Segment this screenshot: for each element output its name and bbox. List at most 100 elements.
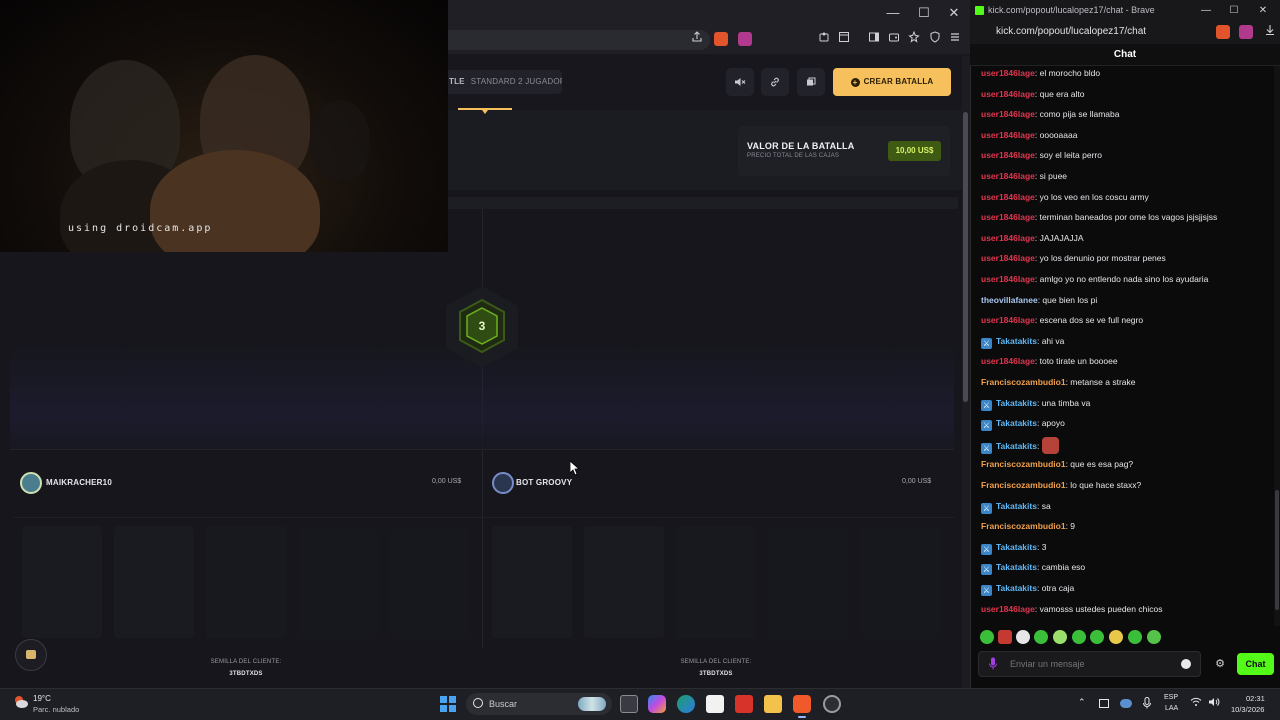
chat-username[interactable]: Takatakits bbox=[996, 418, 1037, 428]
brave-icon[interactable] bbox=[793, 695, 811, 713]
start-button[interactable] bbox=[440, 696, 456, 712]
chat-username[interactable]: user1846lage bbox=[981, 233, 1035, 243]
wps-icon[interactable] bbox=[735, 695, 753, 713]
chat-username[interactable]: Takatakits bbox=[996, 336, 1037, 346]
chat-username[interactable]: theovillafanee bbox=[981, 295, 1038, 305]
chat-username[interactable]: Takatakits bbox=[996, 542, 1037, 552]
player1-name[interactable]: MAIKRACHER10 bbox=[46, 478, 112, 487]
chat-username[interactable]: Franciscozambudio1 bbox=[981, 521, 1066, 531]
store-icon[interactable] bbox=[706, 695, 724, 713]
file-explorer-icon[interactable] bbox=[764, 695, 782, 713]
item-slot bbox=[860, 526, 940, 638]
sidebar-icon[interactable] bbox=[866, 31, 882, 47]
close-button[interactable]: ✕ bbox=[944, 4, 964, 22]
vpn-icon[interactable] bbox=[927, 31, 943, 47]
kick-logo-icon bbox=[975, 6, 984, 15]
emote-icon[interactable] bbox=[1109, 630, 1123, 644]
emote-icon[interactable] bbox=[1016, 630, 1030, 644]
taskbar-search-text[interactable]: Buscar bbox=[489, 699, 517, 709]
emote-icon[interactable] bbox=[980, 630, 994, 644]
emoji-picker-icon[interactable] bbox=[1181, 659, 1191, 669]
share-icon[interactable] bbox=[689, 31, 705, 47]
chat-username[interactable]: Takatakits bbox=[996, 398, 1037, 408]
chat-username[interactable]: user1846lage bbox=[981, 150, 1035, 160]
battle-value-title: VALOR DE LA BATALLA bbox=[747, 141, 855, 151]
brave-rewards-icon[interactable] bbox=[738, 32, 752, 46]
volume-icon[interactable] bbox=[1208, 697, 1220, 709]
chat-username[interactable]: user1846lage bbox=[981, 109, 1035, 119]
create-battle-button[interactable]: + CREAR BATALLA bbox=[833, 68, 951, 96]
clock-date[interactable]: 10/3/2026 bbox=[1231, 705, 1264, 714]
wallet-icon[interactable] bbox=[886, 31, 902, 47]
chat-settings-icon[interactable]: ⚙ bbox=[1214, 658, 1226, 670]
chat-username[interactable]: Franciscozambudio1 bbox=[981, 459, 1066, 469]
emote-icon[interactable] bbox=[1147, 630, 1161, 644]
tray-mic-icon[interactable] bbox=[1142, 697, 1152, 711]
address-bar[interactable] bbox=[448, 30, 710, 50]
weather-icon[interactable] bbox=[12, 693, 30, 711]
mute-button[interactable] bbox=[726, 68, 754, 96]
chat-send-button[interactable]: Chat bbox=[1237, 653, 1274, 675]
chat-username[interactable]: Takatakits bbox=[996, 441, 1037, 451]
emote-icon[interactable] bbox=[1090, 630, 1104, 644]
player2-name[interactable]: BOT GROOVY bbox=[516, 478, 572, 487]
chat-username[interactable]: user1846lage bbox=[981, 315, 1035, 325]
maximize-button[interactable]: ☐ bbox=[914, 4, 934, 22]
microphone-icon[interactable] bbox=[988, 657, 998, 670]
chat-username[interactable]: Takatakits bbox=[996, 501, 1037, 511]
chat-username[interactable]: Takatakits bbox=[996, 583, 1037, 593]
chat-username[interactable]: user1846lage bbox=[981, 68, 1035, 78]
chat-username[interactable]: Franciscozambudio1 bbox=[981, 377, 1066, 387]
chat-username[interactable]: user1846lage bbox=[981, 604, 1035, 614]
copilot-icon[interactable] bbox=[648, 695, 666, 713]
chat-message: user1846lage: soy el leita perro bbox=[981, 148, 1102, 162]
tray-chevron-icon[interactable]: ⌃ bbox=[1078, 697, 1086, 708]
chat-username[interactable]: user1846lage bbox=[981, 356, 1035, 366]
chat-minimize-button[interactable]: — bbox=[1196, 2, 1216, 20]
bot-avatar[interactable] bbox=[492, 472, 514, 494]
chat-scrollbar-thumb[interactable] bbox=[1275, 490, 1279, 610]
emote-icon[interactable] bbox=[1128, 630, 1142, 644]
chat-username[interactable]: user1846lage bbox=[981, 171, 1035, 181]
clock-time[interactable]: 02:31 bbox=[1246, 694, 1265, 703]
tab-search-icon[interactable] bbox=[836, 31, 852, 47]
chat-message-input[interactable] bbox=[1010, 659, 1170, 669]
emote-icon[interactable] bbox=[1072, 630, 1086, 644]
emote-icon[interactable] bbox=[1034, 630, 1048, 644]
onedrive-icon[interactable] bbox=[1120, 699, 1132, 708]
obs-icon[interactable] bbox=[823, 695, 841, 713]
menu-icon[interactable] bbox=[947, 31, 963, 47]
chat-close-button[interactable]: ✕ bbox=[1253, 2, 1273, 20]
chat-brave-rewards-icon[interactable] bbox=[1239, 25, 1253, 39]
chat-brave-shield-icon[interactable] bbox=[1216, 25, 1230, 39]
chat-username[interactable]: Takatakits bbox=[996, 562, 1037, 572]
chat-username[interactable]: user1846lage bbox=[981, 89, 1035, 99]
minimize-button[interactable]: — bbox=[883, 4, 903, 22]
keyboard-layout[interactable]: LAA bbox=[1165, 705, 1178, 712]
wifi-icon[interactable] bbox=[1190, 697, 1202, 709]
chat-url[interactable]: kick.com/popout/lucalopez17/chat bbox=[996, 26, 1146, 37]
chat-username[interactable]: Franciscozambudio1 bbox=[981, 480, 1066, 490]
chat-username[interactable]: user1846lage bbox=[981, 212, 1035, 222]
leo-icon[interactable] bbox=[906, 30, 922, 47]
brave-shield-icon[interactable] bbox=[714, 32, 728, 46]
extensions-icon[interactable] bbox=[816, 31, 832, 47]
chat-username[interactable]: user1846lage bbox=[981, 130, 1035, 140]
player1-avatar[interactable] bbox=[20, 472, 42, 494]
link-button[interactable] bbox=[761, 68, 789, 96]
tray-app-icon[interactable] bbox=[1099, 699, 1109, 708]
weather-temperature[interactable]: 19°C bbox=[33, 694, 51, 703]
emote-icon[interactable] bbox=[998, 630, 1012, 644]
page-scrollbar-thumb[interactable] bbox=[963, 112, 968, 402]
emote-icon[interactable] bbox=[1053, 630, 1067, 644]
language-indicator[interactable]: ESP bbox=[1164, 694, 1178, 701]
weather-description[interactable]: Parc. nublado bbox=[33, 705, 79, 714]
chat-maximize-button[interactable]: ☐ bbox=[1224, 2, 1244, 20]
chat-username[interactable]: user1846lage bbox=[981, 274, 1035, 284]
edge-icon[interactable] bbox=[677, 695, 695, 713]
chat-username[interactable]: user1846lage bbox=[981, 192, 1035, 202]
chat-username[interactable]: user1846lage bbox=[981, 253, 1035, 263]
copy-button[interactable] bbox=[797, 68, 825, 96]
task-view-icon[interactable] bbox=[620, 695, 638, 713]
download-icon[interactable] bbox=[1262, 24, 1278, 40]
